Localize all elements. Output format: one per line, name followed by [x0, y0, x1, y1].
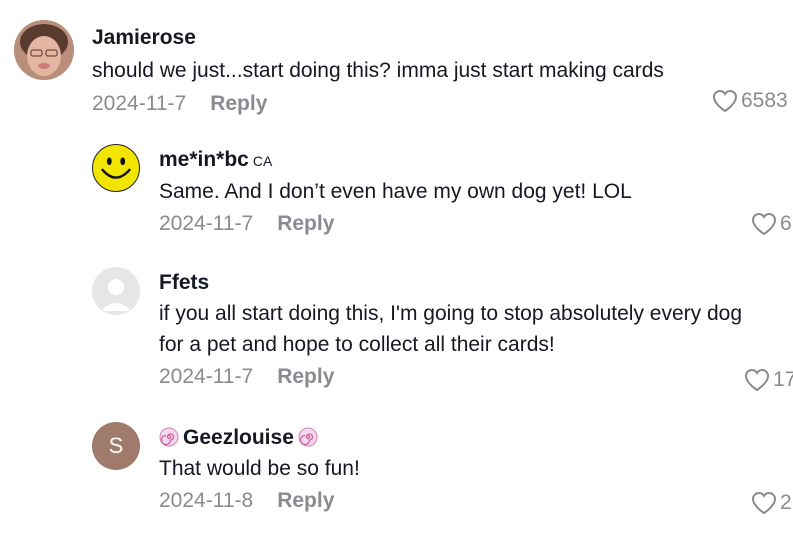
avatar[interactable] — [14, 20, 74, 80]
like-button[interactable]: 17 — [744, 368, 793, 392]
comment-text: Same. And I don’t even have my own dog y… — [159, 180, 632, 203]
comment-text: should we just...start doing this? imma … — [92, 59, 664, 82]
swirl-emoji-icon — [159, 427, 179, 447]
avatar[interactable] — [92, 267, 140, 315]
comment-text: That would be so fun! — [159, 457, 360, 480]
reply-button[interactable]: Reply — [277, 212, 334, 236]
comment-thread: Jamierose should we just...start doing t… — [0, 0, 793, 544]
heart-icon — [744, 368, 770, 392]
reply-button[interactable]: Reply — [277, 365, 334, 389]
comment-meta: 2024-11-8 Reply — [159, 489, 719, 513]
comment-date: 2024-11-7 — [159, 365, 254, 388]
username-text: Geezlouise — [183, 426, 294, 449]
like-button[interactable]: 6583 — [712, 89, 788, 113]
reply-button[interactable]: Reply — [277, 489, 334, 513]
like-count: 6 — [780, 212, 792, 235]
default-user-icon — [92, 267, 140, 315]
like-count: 2 — [780, 491, 792, 514]
comment-date: 2024-11-7 — [92, 92, 187, 115]
username[interactable]: Geezlouise — [159, 425, 719, 451]
like-count: 17 — [773, 368, 793, 391]
like-count: 6583 — [741, 89, 788, 112]
comment-date: 2024-11-8 — [159, 489, 254, 512]
username[interactable]: me*in*bc CA — [159, 147, 779, 174]
username[interactable]: Jamierose — [92, 25, 792, 51]
smiley-face-icon — [93, 145, 139, 191]
reply-button[interactable]: Reply — [210, 92, 267, 116]
comment-meta: 2024-11-7 Reply — [159, 365, 793, 389]
username-text: me*in*bc — [159, 148, 249, 171]
comment-text-line-2: for a pet and hope to collect all their … — [159, 333, 555, 356]
comment-item: Jamierose should we just...start doing t… — [14, 20, 792, 116]
heart-icon — [751, 491, 777, 515]
avatar-letter: S — [108, 433, 124, 458]
heart-icon — [712, 89, 738, 113]
reply-item: me*in*bc CA Same. And I don’t even have m… — [92, 144, 779, 236]
avatar[interactable]: S — [92, 422, 140, 470]
like-button[interactable]: 6 — [751, 212, 792, 236]
reply-item: S Geezlouise That would be so fun! 2024-… — [92, 422, 719, 513]
comment-meta: 2024-11-7 Reply — [92, 92, 792, 116]
comment-text-line-1: if you all start doing this, I'm going t… — [159, 302, 742, 325]
reply-item: Ffets if you all start doing this, I'm g… — [92, 267, 793, 389]
like-button[interactable]: 2 — [751, 491, 792, 515]
comment-date: 2024-11-7 — [159, 212, 254, 235]
comment-meta: 2024-11-7 Reply — [159, 212, 779, 236]
location-tag: CA — [252, 153, 273, 169]
swirl-emoji-icon — [298, 427, 318, 447]
avatar[interactable] — [92, 144, 140, 192]
heart-icon — [751, 212, 777, 236]
profile-photo-icon — [14, 20, 74, 80]
username[interactable]: Ffets — [159, 270, 793, 296]
